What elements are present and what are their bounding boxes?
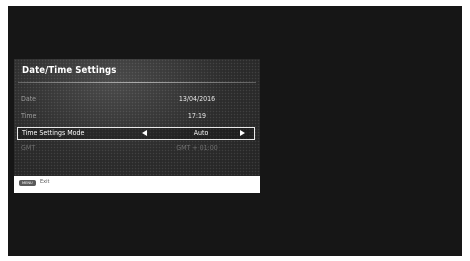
gmt-row: GMT GMT + 01:00: [17, 143, 255, 156]
time-value: 17:19: [187, 112, 207, 120]
date-row[interactable]: Date 13/04/2016: [17, 94, 255, 107]
title-divider: [18, 82, 256, 83]
arrow-right-icon[interactable]: [240, 130, 245, 136]
tv-screen: Date/Time Settings Date 13/04/2016 Time …: [8, 6, 462, 256]
time-row[interactable]: Time 17:19: [17, 111, 255, 124]
menu-key-badge[interactable]: MENU: [19, 180, 36, 186]
time-settings-mode-value: Auto: [193, 129, 209, 137]
time-settings-mode-label: Time Settings Mode: [22, 129, 85, 137]
help-footer: MENU Exit: [14, 176, 260, 193]
gmt-value: GMT + 01:00: [176, 144, 218, 152]
time-label: Time: [21, 112, 37, 120]
exit-label: Exit: [40, 179, 50, 185]
panel-title: Date/Time Settings: [22, 65, 117, 76]
date-value: 13/04/2016: [178, 95, 216, 103]
date-label: Date: [21, 95, 37, 103]
gmt-label: GMT: [21, 144, 36, 152]
date-time-settings-panel: Date/Time Settings Date 13/04/2016 Time …: [14, 59, 260, 176]
time-settings-mode-row[interactable]: Time Settings Mode Auto: [17, 127, 255, 140]
arrow-left-icon[interactable]: [142, 130, 147, 136]
